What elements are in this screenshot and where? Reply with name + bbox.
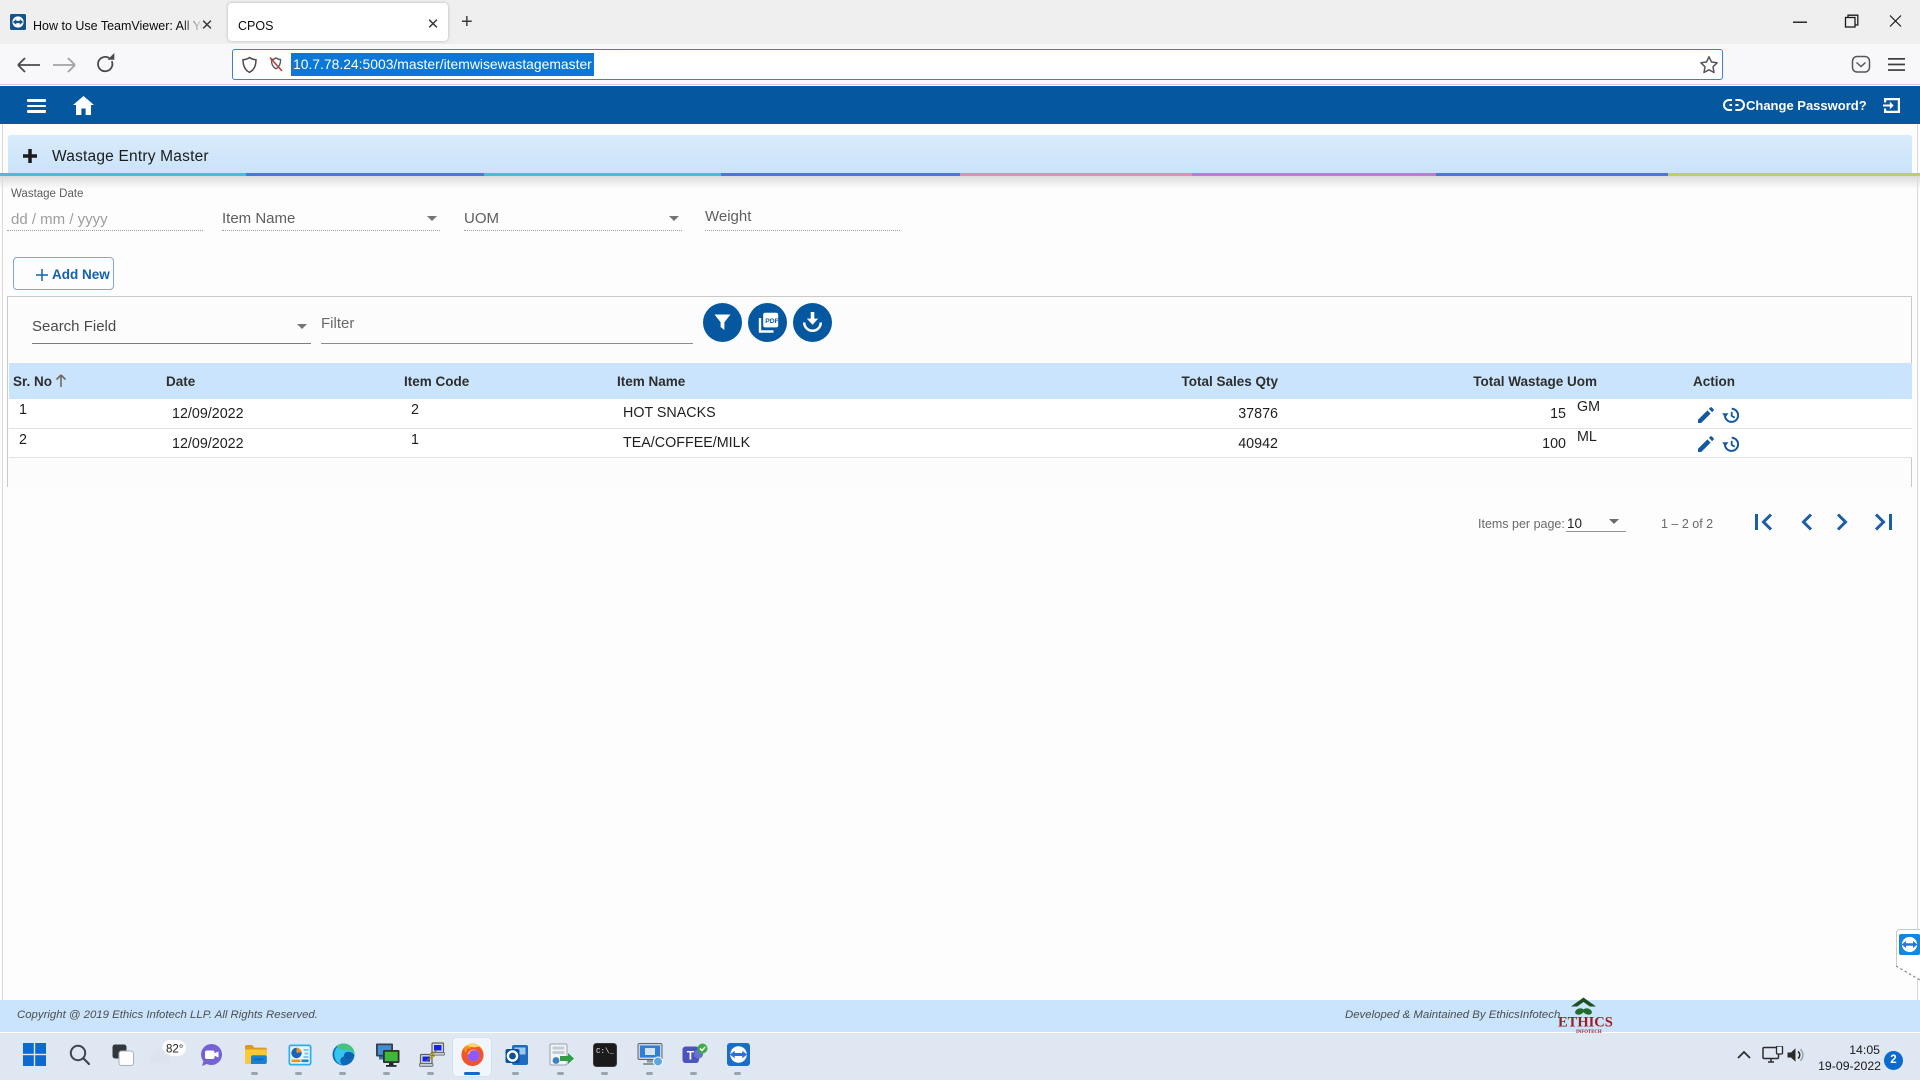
svg-text:T: T	[687, 1049, 695, 1063]
svg-text:ETHICS: ETHICS	[1558, 1015, 1613, 1031]
svg-text:82°: 82°	[166, 1044, 183, 1056]
svg-text:PDF: PDF	[765, 318, 779, 325]
svg-text:C:\_: C:\_	[596, 1048, 615, 1056]
